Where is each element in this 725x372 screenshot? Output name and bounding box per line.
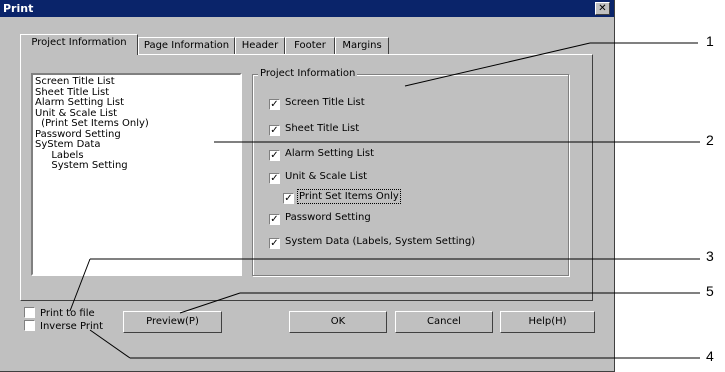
callout-label-1: 1	[706, 33, 714, 49]
callout-label-4: 4	[706, 348, 714, 364]
callout-line-4	[89, 329, 131, 359]
callout-label-3: 3	[706, 248, 714, 264]
callout-lines	[69, 42, 700, 359]
callout-label-5: 5	[706, 283, 714, 299]
callout-line-3	[69, 258, 91, 312]
callout-line-5	[179, 292, 241, 314]
callout-label-2: 2	[706, 132, 714, 148]
tab-project-information[interactable]: Project Information	[20, 34, 138, 55]
callout-line-1	[404, 42, 591, 87]
